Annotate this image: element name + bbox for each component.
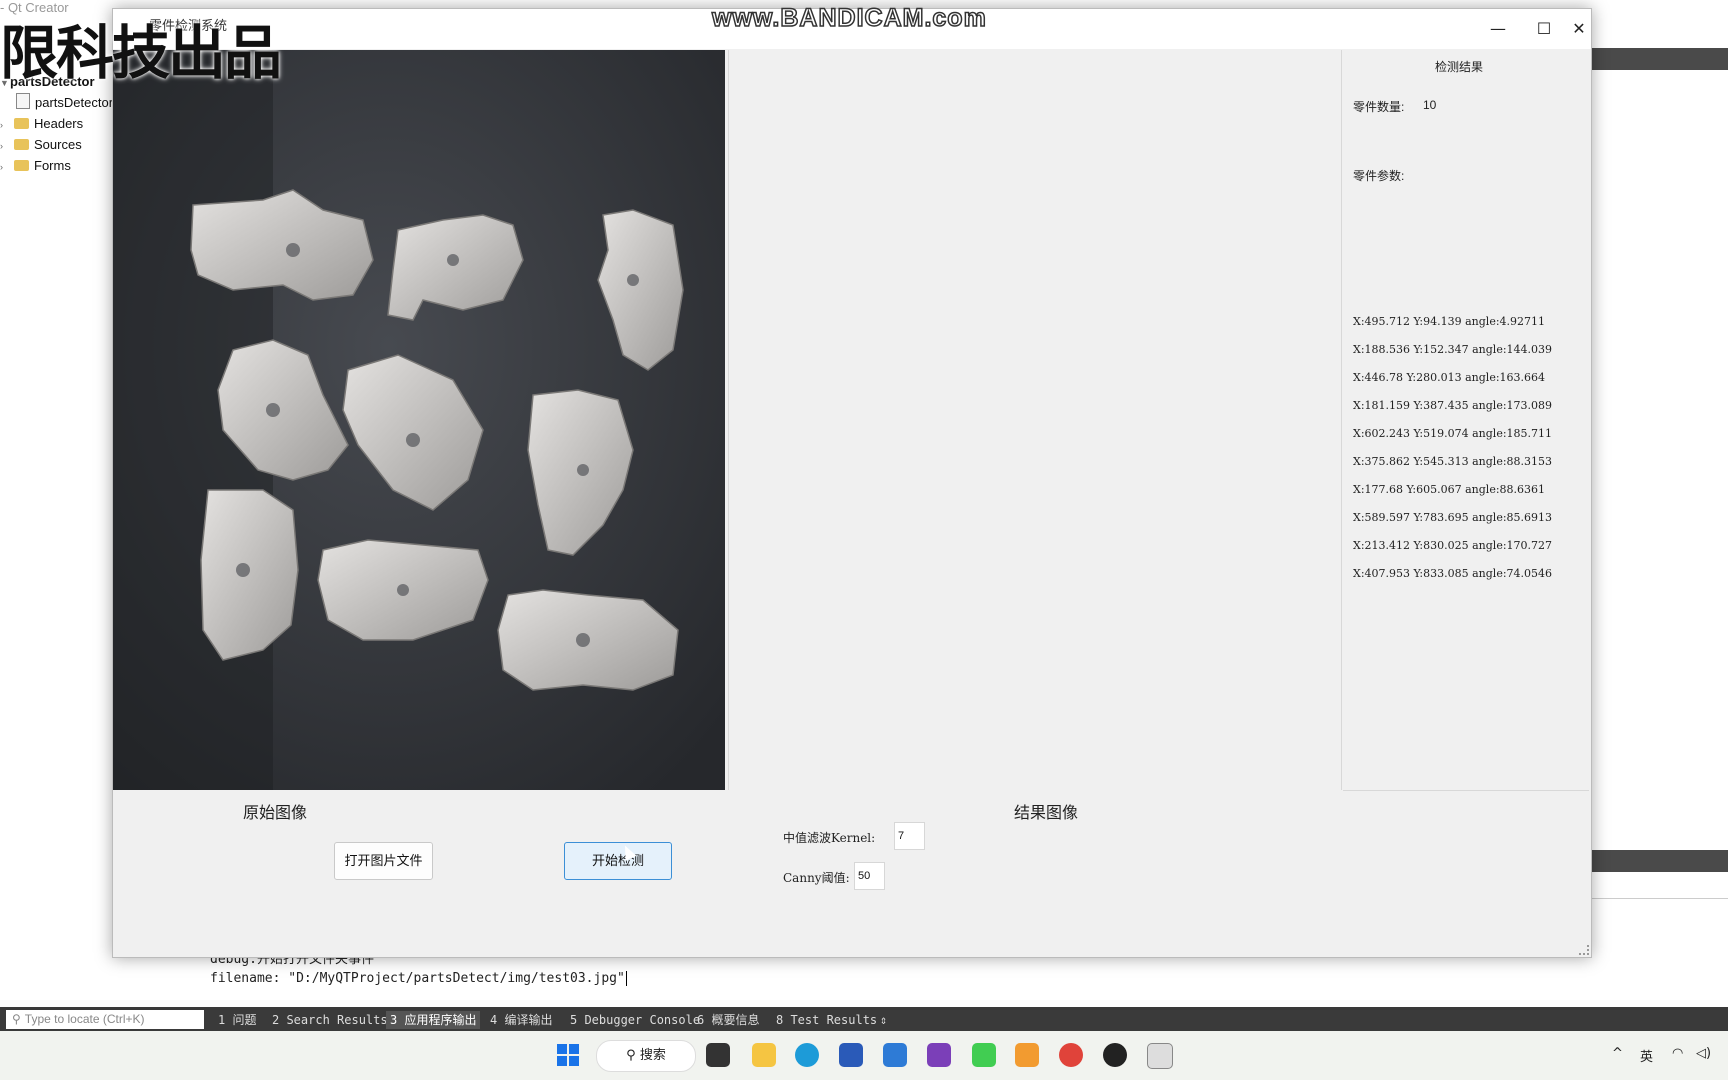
maximize-button[interactable]: ☐ — [1521, 9, 1567, 49]
taskbar-search[interactable]: ⚲ 搜索 — [596, 1040, 696, 1072]
part-coord-row: X:177.68 Y:605.067 angle:88.6361 — [1353, 483, 1546, 496]
app-icon[interactable] — [1015, 1043, 1039, 1067]
store-icon[interactable] — [839, 1043, 863, 1067]
minimize-button[interactable]: — — [1475, 9, 1521, 49]
search-icon: ⚲ — [12, 1012, 21, 1026]
open-image-button[interactable]: 打开图片文件 — [334, 842, 433, 880]
task-view-icon[interactable] — [706, 1043, 730, 1067]
part-coord-row: X:213.412 Y:830.025 angle:170.727 — [1353, 539, 1553, 552]
canny-threshold-label: Canny阈值: — [783, 871, 850, 885]
project-file-item[interactable]: partsDetector — [0, 93, 113, 113]
parts-count-value: 10 — [1423, 98, 1437, 112]
file-explorer-icon[interactable] — [752, 1043, 776, 1067]
part-coord-row: X:495.712 Y:94.139 angle:4.92711 — [1353, 315, 1546, 328]
parts-params-label: 零件参数: — [1353, 169, 1405, 183]
tab-compile-output[interactable]: 4 编译输出 — [490, 1011, 552, 1029]
qt-creator-icon[interactable] — [972, 1043, 996, 1067]
parts-detector-dialog: 零件检测系统 — ☐ ✕ 检测结果 零件数量: 10 零件参数: X:495.7… — [112, 8, 1592, 958]
part-coord-row: X:375.862 Y:545.313 angle:88.3153 — [1353, 455, 1553, 468]
median-kernel-input[interactable]: 7 — [894, 822, 925, 850]
resize-grip[interactable] — [1579, 945, 1589, 955]
bandicam-watermark: www.BANDICAM.com — [711, 3, 987, 33]
background-toolbar-strip — [1590, 850, 1728, 872]
result-image-label: 结果图像 — [1014, 805, 1079, 822]
tree-item-forms[interactable]: › Forms — [0, 156, 71, 176]
chrome-icon[interactable] — [1059, 1043, 1083, 1067]
original-image-label: 原始图像 — [243, 805, 308, 822]
bandicam-record-icon[interactable] — [1103, 1043, 1127, 1067]
tab-search-results[interactable]: 2 Search Results — [272, 1011, 388, 1029]
part-coord-row: X:589.597 Y:783.695 angle:85.6913 — [1353, 511, 1553, 524]
edge-browser-icon[interactable] — [795, 1043, 819, 1067]
part-coord-row: X:602.243 Y:519.074 angle:185.711 — [1353, 427, 1553, 440]
tab-issues[interactable]: 1 问题 — [218, 1011, 256, 1029]
locator-input[interactable]: ⚲ Type to locate (Ctrl+K) — [6, 1010, 204, 1029]
output-pane-tabs: ⚲ Type to locate (Ctrl+K) 1 问题 2 Search R… — [0, 1007, 1728, 1032]
visual-studio-icon[interactable] — [927, 1043, 951, 1067]
windows-taskbar — [0, 1031, 1728, 1080]
app-icon[interactable] — [883, 1043, 907, 1067]
expand-arrow-icon: › — [0, 141, 3, 151]
part-coord-row: X:188.536 Y:152.347 angle:144.039 — [1353, 343, 1553, 356]
search-icon: ⚲ — [626, 1048, 640, 1063]
tray-overflow-icon[interactable]: ^ — [1612, 1046, 1623, 1061]
folder-icon — [14, 160, 29, 171]
console-line: filename: "D:/MyQTProject/partsDetect/im… — [210, 971, 627, 986]
background-toolbar-strip — [1590, 48, 1728, 70]
start-detect-button[interactable]: 开始检测 — [564, 842, 672, 880]
original-image-view — [113, 50, 725, 790]
tab-application-output[interactable]: 3 应用程序输出 — [386, 1011, 481, 1029]
windows-logo-icon — [557, 1044, 579, 1066]
volume-icon[interactable]: ◁) — [1696, 1046, 1711, 1061]
project-file-icon — [16, 93, 30, 109]
ime-indicator[interactable]: 英 — [1640, 1046, 1653, 1065]
expand-arrow-icon: › — [0, 162, 3, 172]
detection-result-panel: 检测结果 零件数量: 10 零件参数: X:495.712 Y:94.139 a… — [1343, 50, 1589, 791]
wifi-icon[interactable]: ◠ — [1672, 1046, 1683, 1061]
part-coord-row: X:446.78 Y:280.013 angle:163.664 — [1353, 371, 1546, 384]
metal-parts — [190, 189, 684, 691]
divider — [1590, 898, 1728, 899]
parts-detector-app-icon[interactable] — [1147, 1043, 1173, 1069]
median-kernel-label: 中值滤波Kernel: — [783, 831, 876, 845]
part-coord-row: X:407.953 Y:833.085 angle:74.0546 — [1353, 567, 1553, 580]
result-heading: 检测结果 — [1435, 60, 1484, 74]
tab-debugger-console[interactable]: 5 Debugger Console — [570, 1011, 700, 1029]
tree-item-headers[interactable]: › Headers — [0, 114, 83, 134]
result-image-view — [728, 50, 1342, 790]
folder-icon — [14, 118, 29, 129]
close-button[interactable]: ✕ — [1567, 9, 1591, 49]
tree-item-sources[interactable]: › Sources — [0, 135, 82, 155]
folder-icon — [14, 139, 29, 150]
canny-threshold-input[interactable]: 50 — [854, 862, 885, 890]
parts-count-label: 零件数量: — [1353, 100, 1405, 114]
expand-arrow-icon: › — [0, 120, 3, 130]
tab-test-results[interactable]: 8 Test Results — [776, 1011, 877, 1029]
part-coord-row: X:181.159 Y:387.435 angle:173.089 — [1353, 399, 1553, 412]
watermark-text: 限科技出品 — [0, 19, 282, 87]
original-image — [113, 50, 725, 790]
tab-general-messages[interactable]: 6 概要信息 — [697, 1011, 759, 1029]
start-button[interactable] — [557, 1044, 579, 1066]
more-tabs-icon[interactable]: ⇕ — [880, 1011, 887, 1029]
